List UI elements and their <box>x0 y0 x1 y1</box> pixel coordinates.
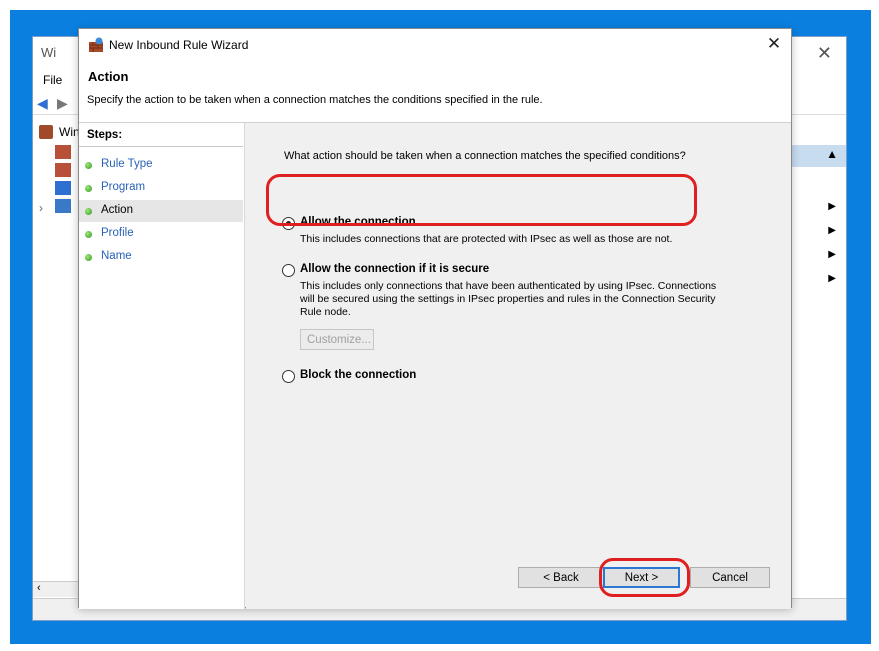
allow-secure-description: This includes only connections that have… <box>300 280 717 318</box>
close-icon[interactable]: ✕ <box>757 29 791 59</box>
next-button[interactable]: Next > <box>603 567 680 588</box>
step-status-icon <box>85 162 92 169</box>
action-content: What action should be taken when a conne… <box>246 123 791 609</box>
background-window-title: Wi <box>41 45 57 60</box>
background-close-icon[interactable]: ✕ <box>817 43 832 64</box>
step-action[interactable]: Action <box>79 200 243 222</box>
option-allow[interactable]: Allow the connection This includes conne… <box>282 216 702 251</box>
expand-chevron-icon[interactable]: › <box>39 201 43 215</box>
step-label: Action <box>101 204 133 216</box>
step-program[interactable]: Program <box>79 177 243 199</box>
outbound-rules-icon[interactable] <box>55 163 71 177</box>
wizard-header: Action Specify the action to be taken wh… <box>79 61 791 123</box>
step-status-icon <box>85 208 92 215</box>
step-rule-type[interactable]: Rule Type <box>79 154 243 176</box>
menu-file[interactable]: File <box>43 73 62 87</box>
option-block[interactable]: Block the connection <box>282 369 582 386</box>
monitoring-icon[interactable] <box>55 199 71 213</box>
step-label: Profile <box>101 227 134 239</box>
security-rules-icon[interactable] <box>55 181 71 195</box>
step-status-icon <box>85 254 92 261</box>
firewall-icon <box>39 125 53 139</box>
action-arrow-icon[interactable]: ▶ <box>828 273 836 284</box>
tree-root-label[interactable]: Win <box>59 125 80 139</box>
block-radio[interactable] <box>282 370 295 383</box>
step-label: Name <box>101 250 132 262</box>
action-question: What action should be taken when a conne… <box>284 150 686 162</box>
page-title: Action <box>88 69 129 84</box>
allow-description: This includes connections that are prote… <box>300 233 673 245</box>
horizontal-scrollbar[interactable]: ‹ <box>33 581 79 597</box>
steps-title: Steps: <box>87 129 123 141</box>
step-status-icon <box>85 231 92 238</box>
firewall-app-icon <box>89 37 103 52</box>
action-arrow-icon[interactable]: ▶ <box>828 225 836 236</box>
background-tree-pane: Win › <box>33 121 80 581</box>
steps-pane: Steps: Rule Type Program Action Profile … <box>79 123 245 609</box>
actions-pane: ▲ ▶ ▶ ▶ ▶ <box>790 121 846 581</box>
step-label: Program <box>101 181 146 193</box>
step-status-icon <box>85 185 92 192</box>
actions-header[interactable]: ▲ <box>790 145 846 167</box>
back-button[interactable]: < Back <box>518 567 604 588</box>
back-arrow-icon[interactable]: ◀ <box>37 95 48 112</box>
allow-label[interactable]: Allow the connection <box>300 216 416 228</box>
dialog-titlebar: New Inbound Rule Wizard ✕ <box>79 29 791 61</box>
forward-arrow-icon[interactable]: ▶ <box>57 95 68 112</box>
option-allow-secure[interactable]: Allow the connection if it is secure Thi… <box>282 263 732 354</box>
cancel-button[interactable]: Cancel <box>690 567 770 588</box>
page-description: Specify the action to be taken when a co… <box>87 94 543 106</box>
action-arrow-icon[interactable]: ▶ <box>828 201 836 212</box>
step-name[interactable]: Name <box>79 246 243 268</box>
allow-secure-radio[interactable] <box>282 264 295 277</box>
step-label: Rule Type <box>101 158 153 170</box>
block-label[interactable]: Block the connection <box>300 369 416 381</box>
allow-radio[interactable] <box>282 217 295 230</box>
collapse-arrow-icon[interactable]: ▲ <box>826 147 838 161</box>
step-profile[interactable]: Profile <box>79 223 243 245</box>
allow-secure-label[interactable]: Allow the connection if it is secure <box>300 263 489 275</box>
customize-button[interactable]: Customize... <box>300 329 374 350</box>
action-arrow-icon[interactable]: ▶ <box>828 249 836 260</box>
dialog-title: New Inbound Rule Wizard <box>109 38 249 52</box>
scroll-left-icon[interactable]: ‹ <box>37 582 41 594</box>
inbound-rules-icon[interactable] <box>55 145 71 159</box>
wizard-dialog: New Inbound Rule Wizard ✕ Action Specify… <box>78 28 792 609</box>
steps-divider <box>79 146 243 147</box>
